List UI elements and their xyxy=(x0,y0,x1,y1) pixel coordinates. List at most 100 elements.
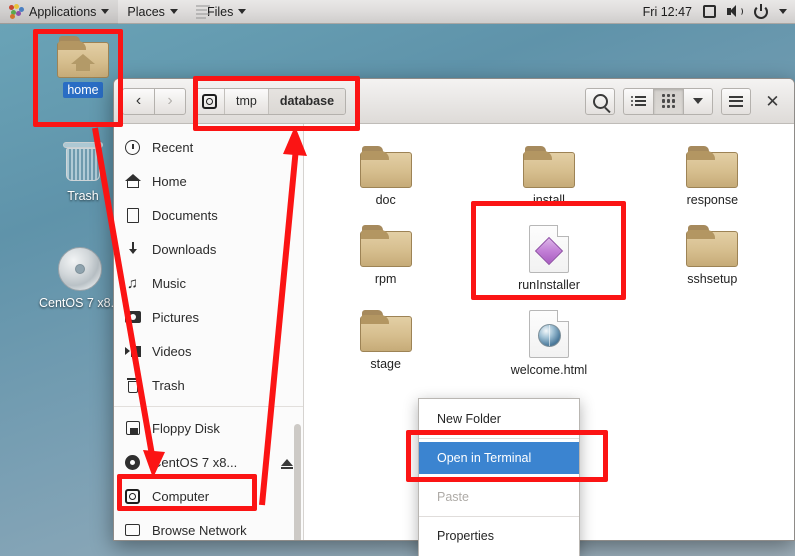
file-item-install[interactable]: install xyxy=(467,136,630,215)
computer-icon xyxy=(124,488,141,505)
grid-view-button[interactable] xyxy=(653,87,683,115)
sidebar-item-home[interactable]: Home xyxy=(114,164,303,198)
close-icon: ✕ xyxy=(765,91,780,111)
search-button[interactable] xyxy=(585,87,615,115)
volume-icon[interactable] xyxy=(727,5,743,18)
breadcrumb-item-database[interactable]: database xyxy=(268,88,346,114)
menu-separator xyxy=(419,477,579,478)
chevron-down-icon xyxy=(101,9,110,14)
menu-item-open-in-terminal[interactable]: Open in Terminal xyxy=(419,442,579,474)
breadcrumb-label: database xyxy=(279,94,335,108)
sidebar-item-browse-network[interactable]: Browse Network xyxy=(114,513,303,540)
eject-icon[interactable] xyxy=(281,458,293,469)
folder-icon xyxy=(359,225,412,267)
file-name: response xyxy=(686,193,739,207)
file-item-doc[interactable]: doc xyxy=(304,136,467,215)
view-options-button[interactable] xyxy=(683,87,713,115)
sidebar-item-label: Home xyxy=(152,173,187,189)
sidebar-item-pictures[interactable]: Pictures xyxy=(114,300,303,334)
sidebar-item-computer[interactable]: Computer xyxy=(114,479,303,513)
sidebar-item-label: CentOS 7 x8... xyxy=(152,454,238,470)
home-folder-icon xyxy=(57,36,109,78)
sidebar-item-downloads[interactable]: Downloads xyxy=(114,232,303,266)
places-menu[interactable]: Places xyxy=(118,0,187,24)
music-note-icon: ♫ xyxy=(126,274,139,292)
sidebar-item-videos[interactable]: Videos xyxy=(114,334,303,368)
cd-disc-icon xyxy=(54,245,106,293)
camera-icon xyxy=(124,309,141,326)
sidebar-item-floppy-disk[interactable]: Floppy Disk xyxy=(114,411,303,445)
files-app-menu[interactable]: Files xyxy=(187,0,255,24)
window-header-bar: ‹ › tmp database ✕ xyxy=(114,79,794,124)
html-file-icon xyxy=(528,310,569,358)
folder-icon xyxy=(686,146,739,188)
sidebar-item-trash[interactable]: Trash xyxy=(114,368,303,402)
forward-button[interactable]: › xyxy=(154,87,186,115)
clock-icon xyxy=(124,139,141,156)
folder-icon xyxy=(686,225,739,267)
menu-item-label: New Folder xyxy=(437,412,501,426)
trash-icon xyxy=(124,377,141,394)
menu-separator xyxy=(419,438,579,439)
forward-arrow-icon: › xyxy=(167,92,173,109)
desktop-screen: Applications Places Files Fri 12:47 home… xyxy=(0,0,795,556)
view-mode-buttons xyxy=(623,87,713,115)
sidebar-item-label: Music xyxy=(152,275,186,291)
main-menu-button[interactable] xyxy=(721,87,751,115)
menu-item-properties[interactable]: Properties xyxy=(419,520,579,552)
clock[interactable]: Fri 12:47 xyxy=(643,5,692,19)
sidebar: Recent Home Documents Downloads ♫ Music … xyxy=(114,124,304,540)
sidebar-item-label: Browse Network xyxy=(152,522,247,538)
menu-item-new-folder[interactable]: New Folder xyxy=(419,403,579,435)
list-view-button[interactable] xyxy=(623,87,653,115)
close-window-button[interactable]: ✕ xyxy=(759,88,786,115)
floppy-icon xyxy=(124,420,141,437)
sidebar-scrollbar[interactable] xyxy=(294,424,301,540)
file-name: sshsetup xyxy=(687,272,738,286)
applications-menu[interactable]: Applications xyxy=(0,0,119,24)
files-app-icon xyxy=(195,3,212,21)
sidebar-item-recent[interactable]: Recent xyxy=(114,130,303,164)
file-grid: doc install response rpm runInstaller ss… xyxy=(304,136,794,385)
sidebar-item-label: Videos xyxy=(152,343,192,359)
chevron-down-icon xyxy=(238,9,247,14)
file-item-sshsetup[interactable]: sshsetup xyxy=(631,215,794,300)
menu-item-paste: Paste xyxy=(419,481,579,513)
applications-label: Applications xyxy=(29,4,97,19)
sidebar-item-centos-disc[interactable]: CentOS 7 x8... xyxy=(114,445,303,479)
menu-separator xyxy=(419,516,579,517)
breadcrumb-item-tmp[interactable]: tmp xyxy=(225,88,269,114)
sidebar-item-documents[interactable]: Documents xyxy=(114,198,303,232)
breadcrumb-label: tmp xyxy=(236,94,257,108)
file-name: welcome.html xyxy=(510,363,588,377)
navigation-buttons: ‹ › xyxy=(122,87,186,115)
network-icon xyxy=(124,522,141,539)
gnome-launcher-icon xyxy=(9,4,24,19)
sidebar-item-label: Pictures xyxy=(152,309,199,325)
power-icon[interactable] xyxy=(754,3,768,19)
grid-view-icon xyxy=(661,94,676,108)
back-arrow-icon: ‹ xyxy=(135,92,142,109)
disc-icon xyxy=(124,454,141,471)
file-item-response[interactable]: response xyxy=(631,136,794,215)
back-button[interactable]: ‹ xyxy=(122,87,154,115)
folder-icon xyxy=(359,310,412,352)
folder-icon xyxy=(359,146,412,188)
file-name: install xyxy=(533,193,565,207)
sidebar-item-music[interactable]: ♫ Music xyxy=(114,266,303,300)
file-item-runinstaller[interactable]: runInstaller xyxy=(467,215,630,300)
computer-icon xyxy=(202,93,217,109)
places-label: Places xyxy=(127,4,165,19)
file-item-rpm[interactable]: rpm xyxy=(304,215,467,300)
file-item-stage[interactable]: stage xyxy=(304,300,467,385)
file-name: runInstaller xyxy=(518,278,580,292)
breadcrumb-computer-button[interactable] xyxy=(195,88,225,114)
document-icon xyxy=(124,207,141,224)
sidebar-item-label: Documents xyxy=(152,207,218,223)
screen-icon[interactable] xyxy=(703,5,716,18)
file-name: doc xyxy=(375,193,396,207)
file-item-welcome-html[interactable]: welcome.html xyxy=(467,300,630,385)
desktop-icon-label: CentOS 7 x8... xyxy=(39,296,121,310)
chevron-down-icon[interactable] xyxy=(779,9,787,14)
breadcrumb: tmp database xyxy=(194,87,347,115)
